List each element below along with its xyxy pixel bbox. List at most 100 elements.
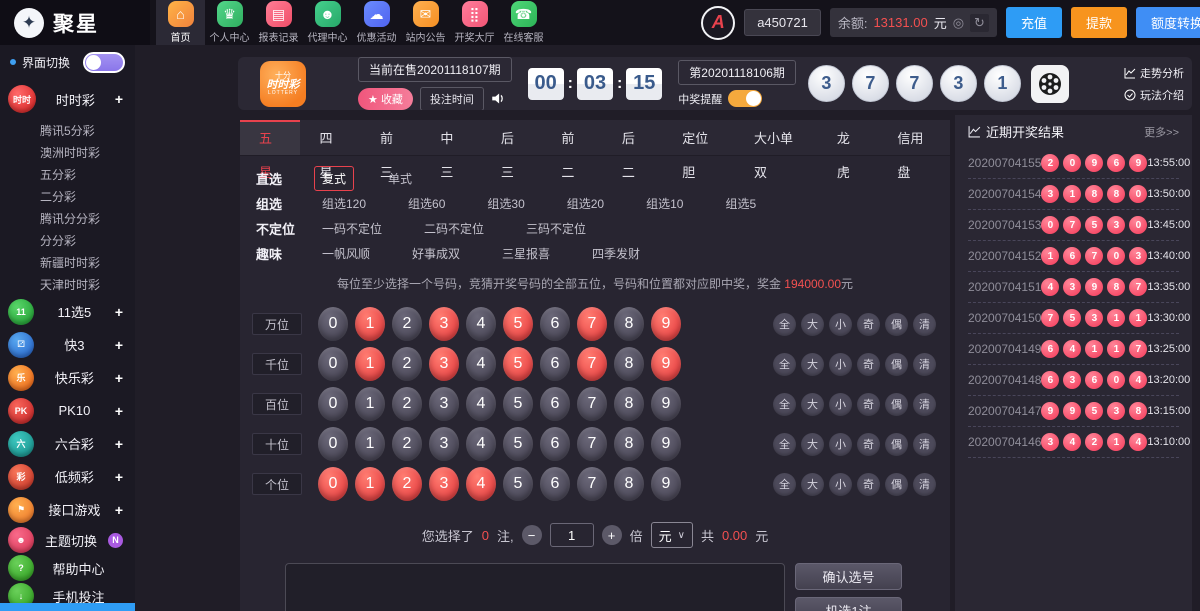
quick-button-奇[interactable]: 奇	[857, 313, 880, 336]
quick-button-全[interactable]: 全	[773, 313, 796, 336]
number-ball-1[interactable]: 1	[355, 307, 385, 341]
bet-time-button[interactable]: 投注时间	[420, 87, 484, 111]
quick-button-全[interactable]: 全	[773, 393, 796, 416]
bet-option-一帆风顺[interactable]: 一帆风顺	[314, 241, 378, 266]
expand-plus-icon[interactable]: +	[115, 403, 123, 419]
nav-item-announcements[interactable]: ✉站内公告	[401, 0, 450, 45]
nav-item-agent-center[interactable]: ☻代理中心	[303, 0, 352, 45]
tab-四星[interactable]: 四星	[300, 120, 360, 155]
nav-item-reports[interactable]: ▤报表记录	[254, 0, 303, 45]
quick-button-清[interactable]: 清	[913, 473, 936, 496]
quick-button-奇[interactable]: 奇	[857, 473, 880, 496]
number-ball-5[interactable]: 5	[503, 347, 533, 381]
trend-analysis-button[interactable]: 走势分析	[1124, 65, 1184, 81]
sidebar-game-item[interactable]: PKPK10+	[0, 394, 135, 427]
number-ball-6[interactable]: 6	[540, 307, 570, 341]
quick-button-全[interactable]: 全	[773, 433, 796, 456]
video-reel-button[interactable]	[1031, 65, 1069, 103]
expand-plus-icon[interactable]: +	[115, 337, 123, 353]
quick-button-偶[interactable]: 偶	[885, 353, 908, 376]
number-ball-0[interactable]: 0	[318, 387, 348, 421]
bet-option-组选5[interactable]: 组选5	[717, 191, 764, 216]
number-ball-8[interactable]: 8	[614, 467, 644, 501]
number-ball-8[interactable]: 8	[614, 427, 644, 461]
tab-龙虎[interactable]: 龙虎	[818, 120, 878, 155]
quick-button-小[interactable]: 小	[829, 473, 852, 496]
number-ball-9[interactable]: 9	[651, 387, 681, 421]
plus-button[interactable]: +	[602, 525, 622, 545]
number-ball-7[interactable]: 7	[577, 307, 607, 341]
number-ball-2[interactable]: 2	[392, 467, 422, 501]
tab-后二[interactable]: 后二	[603, 120, 663, 155]
tab-后三[interactable]: 后三	[482, 120, 542, 155]
number-ball-0[interactable]: 0	[318, 347, 348, 381]
quick-button-偶[interactable]: 偶	[885, 433, 908, 456]
tab-前三[interactable]: 前三	[361, 120, 421, 155]
sidebar-game-item[interactable]: ⚂快3+	[0, 328, 135, 361]
bet-option-组选120[interactable]: 组选120	[314, 191, 374, 216]
sidebar-group-shishicai[interactable]: 时时时时彩+	[0, 79, 135, 119]
number-ball-5[interactable]: 5	[503, 467, 533, 501]
more-link[interactable]: 更多>>	[1144, 124, 1179, 140]
number-ball-0[interactable]: 0	[318, 307, 348, 341]
number-ball-8[interactable]: 8	[614, 387, 644, 421]
bet-slip-textarea[interactable]	[285, 563, 785, 611]
quick-button-大[interactable]: 大	[801, 433, 824, 456]
sidebar-item-3[interactable]: 二分彩	[0, 185, 135, 207]
bet-option-二码不定位[interactable]: 二码不定位	[416, 216, 492, 241]
money-mode-select[interactable]: 元 ∨	[651, 522, 693, 548]
quick-button-偶[interactable]: 偶	[885, 473, 908, 496]
number-ball-3[interactable]: 3	[429, 467, 459, 501]
number-ball-1[interactable]: 1	[355, 347, 385, 381]
sidebar-game-item[interactable]: 六六合彩+	[0, 427, 135, 460]
sidebar-item-6[interactable]: 新疆时时彩	[0, 251, 135, 273]
eye-icon[interactable]: ◎	[953, 15, 964, 31]
number-ball-7[interactable]: 7	[577, 427, 607, 461]
number-ball-4[interactable]: 4	[466, 467, 496, 501]
tab-定位胆[interactable]: 定位胆	[663, 120, 735, 155]
number-ball-0[interactable]: 0	[318, 467, 348, 501]
expand-plus-icon[interactable]: +	[115, 502, 123, 518]
number-ball-8[interactable]: 8	[614, 347, 644, 381]
tab-五星[interactable]: 五星	[240, 120, 300, 155]
number-ball-2[interactable]: 2	[392, 387, 422, 421]
site-logo[interactable]: ✦ 聚星	[0, 0, 150, 45]
number-ball-2[interactable]: 2	[392, 347, 422, 381]
bet-option-组选60[interactable]: 组选60	[400, 191, 453, 216]
expand-plus-icon[interactable]: +	[115, 91, 123, 107]
multiplier-input[interactable]	[550, 523, 594, 547]
sidebar-game-item[interactable]: 彩低频彩+	[0, 460, 135, 493]
number-ball-9[interactable]: 9	[651, 307, 681, 341]
bet-option-单式[interactable]: 单式	[380, 166, 420, 191]
win-notify-toggle[interactable]	[728, 90, 762, 107]
quick-button-奇[interactable]: 奇	[857, 433, 880, 456]
bet-option-复式[interactable]: 复式	[314, 166, 354, 191]
number-ball-3[interactable]: 3	[429, 427, 459, 461]
minus-button[interactable]: −	[522, 525, 542, 545]
expand-plus-icon[interactable]: +	[115, 304, 123, 320]
bet-option-三码不定位[interactable]: 三码不定位	[518, 216, 594, 241]
sidebar-item-7[interactable]: 天津时时彩	[0, 273, 135, 295]
number-ball-4[interactable]: 4	[466, 307, 496, 341]
number-ball-9[interactable]: 9	[651, 467, 681, 501]
sidebar-item-0[interactable]: 腾讯5分彩	[0, 119, 135, 141]
quick-button-偶[interactable]: 偶	[885, 313, 908, 336]
bet-option-四季发财[interactable]: 四季发财	[584, 241, 648, 266]
sidebar-item-4[interactable]: 腾讯分分彩	[0, 207, 135, 229]
quick-button-小[interactable]: 小	[829, 353, 852, 376]
quick-button-全[interactable]: 全	[773, 473, 796, 496]
play-rules-button[interactable]: 玩法介绍	[1124, 87, 1184, 103]
expand-plus-icon[interactable]: +	[115, 469, 123, 485]
number-ball-5[interactable]: 5	[503, 427, 533, 461]
transfer-button[interactable]: 额度转换	[1136, 7, 1200, 38]
expand-plus-icon[interactable]: +	[115, 436, 123, 452]
number-ball-6[interactable]: 6	[540, 387, 570, 421]
number-ball-1[interactable]: 1	[355, 427, 385, 461]
number-ball-4[interactable]: 4	[466, 427, 496, 461]
withdraw-button[interactable]: 提款	[1071, 7, 1127, 38]
quick-button-清[interactable]: 清	[913, 393, 936, 416]
random-pick-button[interactable]: 机选1注	[795, 597, 902, 611]
sidebar-game-item[interactable]: ⚑接口游戏+	[0, 493, 135, 526]
bet-option-好事成双[interactable]: 好事成双	[404, 241, 468, 266]
number-ball-7[interactable]: 7	[577, 347, 607, 381]
